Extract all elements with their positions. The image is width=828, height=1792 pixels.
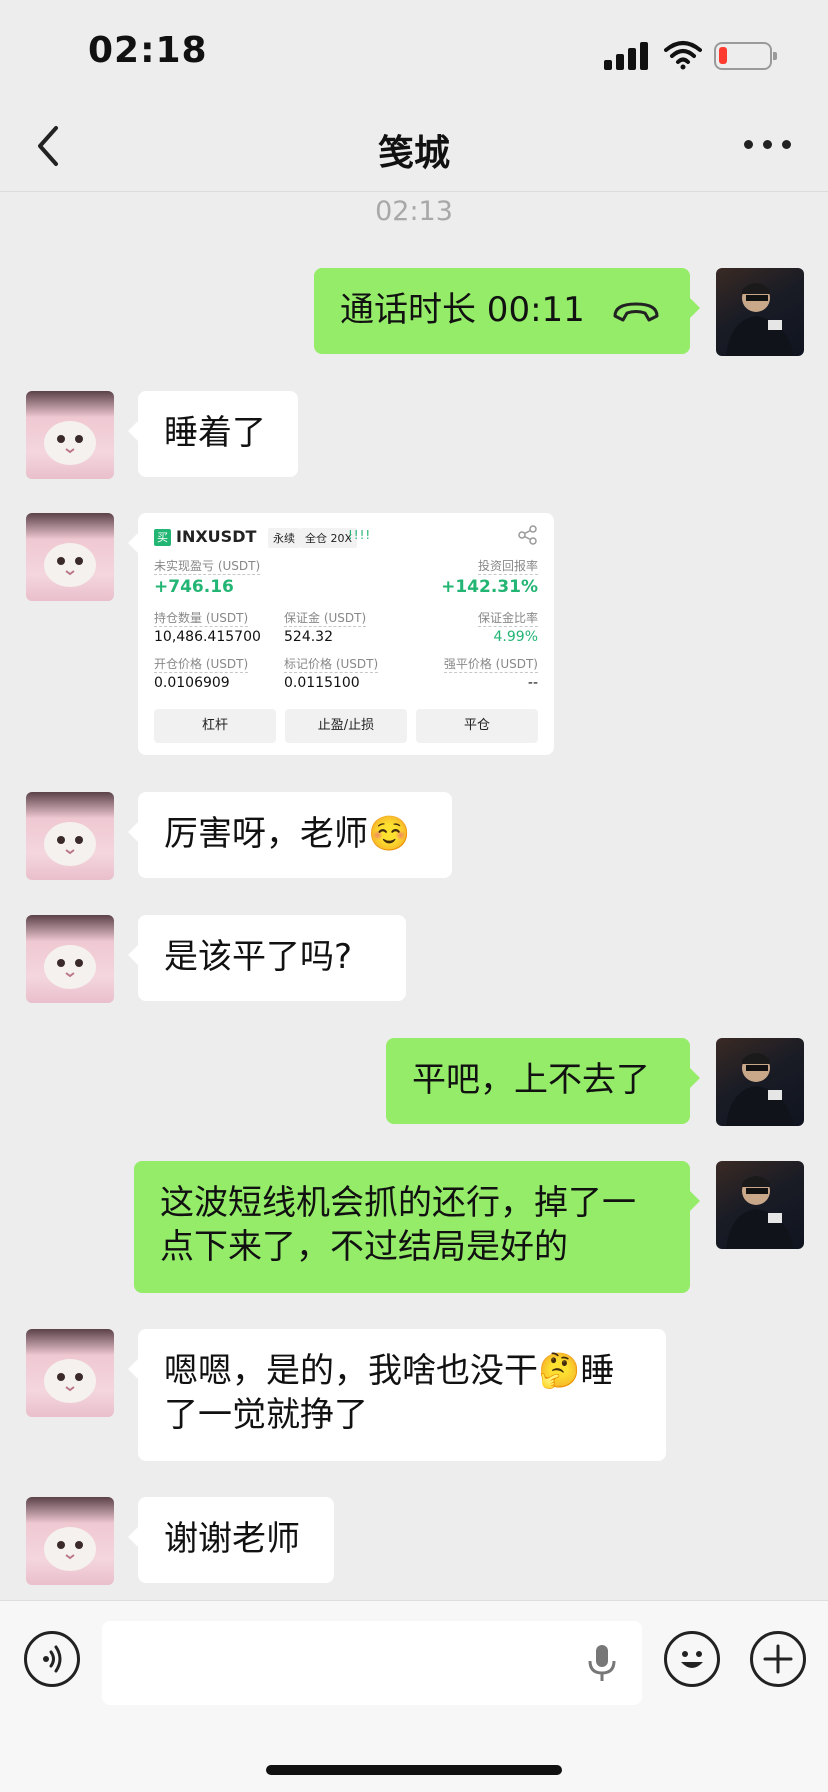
buy-badge: 买	[154, 529, 171, 546]
perpetual-tag: 永续	[268, 528, 300, 548]
chat-title: 笺城	[377, 133, 450, 174]
message-bubble[interactable]: 谢谢老师	[128, 1497, 334, 1583]
battery-icon	[714, 42, 777, 70]
message-bubble[interactable]: 是该平了吗?	[128, 915, 406, 1001]
entry-price-value: 0.0106909	[154, 675, 230, 691]
trade-card-header: 买 INXUSDT 永续 全仓 20X !!!!	[154, 525, 538, 555]
status-bar: 02:18	[0, 0, 828, 100]
wifi-icon	[664, 41, 702, 70]
size-value: 10,486.415700	[154, 629, 261, 645]
mark-price-label: 标记价格 (USDT)	[284, 657, 379, 673]
contact-avatar[interactable]	[26, 1497, 114, 1585]
message-bubble[interactable]: 嗯嗯，是的，我啥也没干🤔睡了一觉就挣了	[128, 1329, 666, 1461]
contact-avatar[interactable]	[26, 513, 114, 601]
message-bubble[interactable]: 睡着了	[128, 391, 298, 477]
call-duration-text: 通话时长 00:11	[340, 290, 585, 330]
signal-strength: !!!!	[348, 528, 372, 542]
contact-avatar[interactable]	[26, 792, 114, 880]
roe-label: 投资回报率	[477, 559, 538, 575]
message-bubble[interactable]: 这波短线机会抓的还行，掉了一点下来了，不过结局是好的	[134, 1161, 700, 1293]
mark-price-value: 0.0115100	[284, 675, 360, 691]
margin-value: 524.32	[284, 629, 333, 645]
pnl-label: 未实现盈亏 (USDT)	[154, 559, 261, 575]
my-avatar[interactable]	[716, 1161, 804, 1249]
my-avatar[interactable]	[716, 268, 804, 356]
liq-price-label: 强平价格 (USDT)	[443, 657, 538, 673]
share-icon	[518, 525, 537, 545]
home-indicator[interactable]	[266, 1765, 562, 1775]
voice-icon[interactable]	[24, 1631, 80, 1687]
margin-ratio-value: 4.99%	[493, 629, 538, 645]
close-position-button[interactable]: 平仓	[416, 709, 538, 743]
more-icon[interactable]	[744, 140, 794, 154]
my-avatar[interactable]	[716, 1038, 804, 1126]
contact-avatar[interactable]	[26, 1329, 114, 1417]
pnl-value: +746.16	[154, 577, 234, 597]
call-record-bubble[interactable]: 通话时长 00:11	[314, 268, 700, 354]
roe-value: +142.31%	[441, 577, 538, 597]
liq-price-value: --	[527, 675, 538, 691]
signal-icon	[604, 42, 648, 70]
contact-avatar[interactable]	[26, 915, 114, 1003]
tp-sl-button[interactable]: 止盈/止损	[285, 709, 407, 743]
mic-icon[interactable]	[586, 1643, 618, 1683]
entry-price-label: 开仓价格 (USDT)	[154, 657, 249, 673]
hangup-icon	[613, 302, 659, 321]
margin-ratio-label: 保证金比率	[477, 611, 538, 627]
message-timestamp: 02:13	[375, 196, 453, 227]
chat-header: 笺城	[0, 100, 828, 192]
message-bubble[interactable]: 厉害呀，老师☺️	[128, 792, 452, 878]
emoji-icon[interactable]	[664, 1631, 720, 1687]
trade-symbol: INXUSDT	[176, 527, 257, 546]
trade-position-card[interactable]: 买 INXUSDT 永续 全仓 20X !!!! 未实现盈亏 (USDT) +7…	[128, 513, 554, 755]
contact-avatar[interactable]	[26, 391, 114, 479]
message-input[interactable]	[102, 1621, 642, 1705]
status-time: 02:18	[88, 30, 208, 71]
plus-icon[interactable]	[750, 1631, 806, 1687]
margin-label: 保证金 (USDT)	[284, 611, 367, 627]
leverage-button[interactable]: 杠杆	[154, 709, 276, 743]
size-label: 持仓数量 (USDT)	[154, 611, 249, 627]
chat-input-bar	[0, 1600, 828, 1792]
message-bubble[interactable]: 平吧，上不去了	[386, 1038, 700, 1124]
